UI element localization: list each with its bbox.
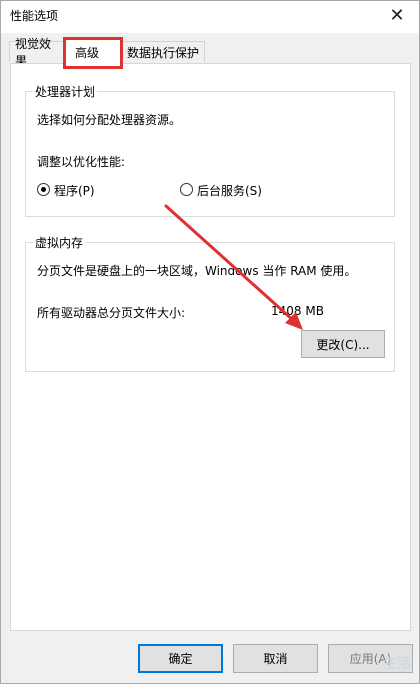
adjust-label: 调整以优化性能: <box>37 155 126 169</box>
processor-scheduling-group: 处理器计划 选择如何分配处理器资源。 调整以优化性能: 程序(P) 后台服务(S… <box>25 83 395 217</box>
radio-background-services-label[interactable]: 后台服务(S) <box>197 182 262 199</box>
ok-button[interactable]: 确定 <box>138 644 223 673</box>
radio-programs[interactable] <box>37 183 50 196</box>
paging-file-size-label: 所有驱动器总分页文件大小: <box>37 306 186 320</box>
performance-options-dialog: 性能选项 ✕ 视觉效果 高级 数据执行保护 处理器计划 选择如何分配处理器资源。… <box>0 0 420 684</box>
radio-programs-label[interactable]: 程序(P) <box>54 182 95 199</box>
radio-background-services[interactable] <box>180 183 193 196</box>
ok-button-label: 确定 <box>168 652 193 666</box>
group-legend: 处理器计划 <box>33 83 98 100</box>
virtual-memory-group: 虚拟内存 分页文件是硬盘上的一块区域，Windows 当作 RAM 使用。 所有… <box>25 234 395 372</box>
window-title: 性能选项 <box>10 9 59 23</box>
tab-visual-effects[interactable]: 视觉效果 <box>9 37 65 68</box>
change-button[interactable]: 更改(C)... <box>301 330 385 358</box>
tab-data-execution-prevention[interactable]: 数据执行保护 <box>121 41 205 62</box>
cancel-button-label: 取消 <box>263 652 288 666</box>
tab-label: 数据执行保护 <box>127 45 200 60</box>
watermark-logo: 生活 <box>339 641 419 681</box>
tab-highlight-box <box>63 37 123 69</box>
group-legend: 虚拟内存 <box>33 234 86 251</box>
processor-description: 选择如何分配处理器资源。 <box>37 113 182 127</box>
watermark-text: 生活 <box>383 656 411 672</box>
paging-file-size-value: 1408 MB <box>271 304 324 318</box>
virtual-memory-description: 分页文件是硬盘上的一块区域，Windows 当作 RAM 使用。 <box>37 264 357 278</box>
title-bar: 性能选项 ✕ <box>1 1 419 33</box>
change-button-label: 更改(C)... <box>316 337 370 352</box>
cancel-button[interactable]: 取消 <box>233 644 318 673</box>
tab-panel: 处理器计划 选择如何分配处理器资源。 调整以优化性能: 程序(P) 后台服务(S… <box>10 63 411 631</box>
close-icon[interactable]: ✕ <box>385 3 409 27</box>
